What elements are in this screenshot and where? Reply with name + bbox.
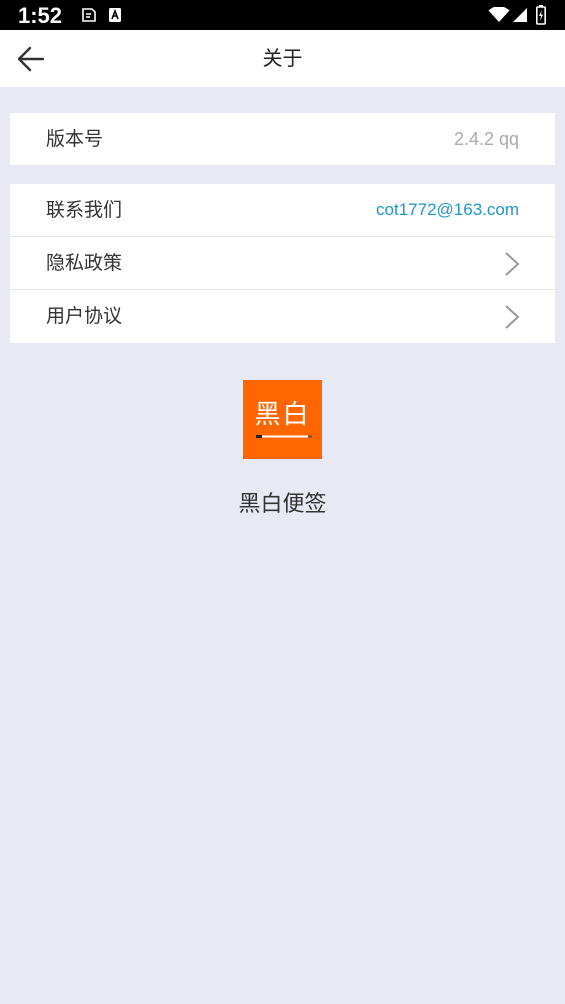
status-time: 1:52 (18, 3, 63, 28)
battery-icon (536, 5, 546, 25)
logo-text: 黑白 (254, 400, 311, 430)
chevron-right-icon (505, 305, 520, 329)
version-value: 2.4.2 qq (453, 129, 519, 149)
page-title: 关于 (262, 46, 303, 70)
links-card: 联系我们 cot1772@163.com 隐私政策 用户协议 (10, 184, 555, 343)
contact-us-row[interactable]: 联系我们 cot1772@163.com (10, 184, 555, 237)
chevron-right-icon (505, 252, 520, 276)
notification-icon (82, 8, 96, 22)
text-notification-icon (109, 8, 121, 22)
app-logo: 黑白 (243, 380, 322, 459)
version-row: 版本号 2.4.2 qq (10, 113, 555, 165)
app-name: 黑白便签 (238, 492, 327, 517)
contact-us-label: 联系我们 (46, 199, 123, 221)
privacy-policy-label: 隐私政策 (46, 252, 123, 274)
status-bar: 1:52 (0, 0, 565, 30)
user-agreement-label: 用户协议 (46, 305, 123, 327)
privacy-policy-row[interactable]: 隐私政策 (10, 237, 555, 290)
contact-email[interactable]: cot1772@163.com (376, 198, 519, 222)
user-agreement-row[interactable]: 用户协议 (10, 290, 555, 343)
logo-pen-line-icon (256, 435, 312, 438)
wifi-icon (488, 7, 510, 22)
version-card: 版本号 2.4.2 qq (10, 113, 555, 165)
app-bar: 关于 (0, 30, 565, 87)
signal-icon (513, 8, 527, 22)
version-label: 版本号 (46, 128, 104, 150)
